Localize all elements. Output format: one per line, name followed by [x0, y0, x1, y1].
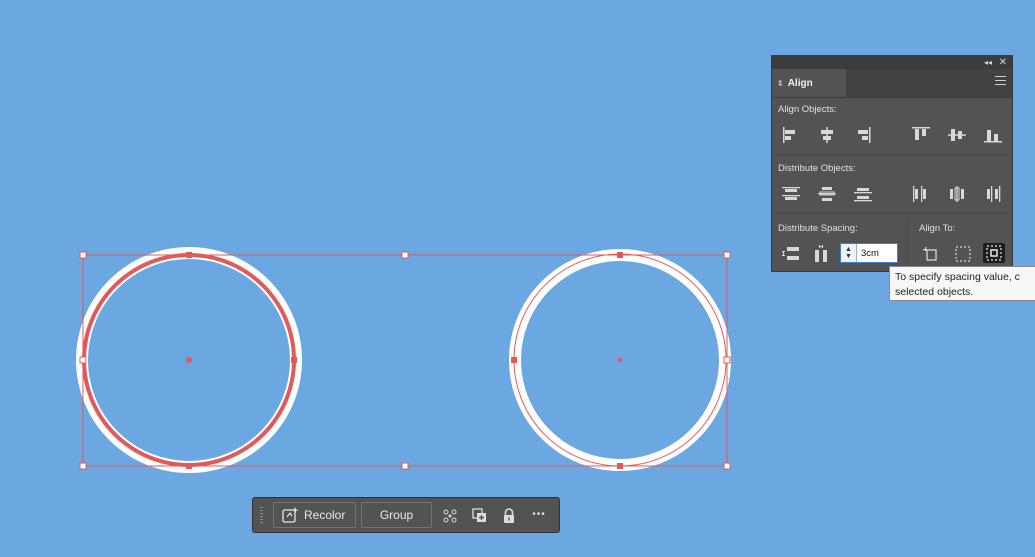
selection-bounding-box [82, 254, 728, 467]
handle-bottom-right [723, 462, 731, 470]
align-to-selection-icon[interactable] [952, 244, 974, 264]
panel-title-bar[interactable]: ◂◂ ✕ [772, 56, 1012, 69]
align-left-icon[interactable] [780, 125, 802, 145]
edit-pattern-icon[interactable] [440, 506, 460, 526]
spacing-tooltip: To specify spacing value, c selected obj… [889, 266, 1035, 301]
tooltip-line-1: To specify spacing value, c [895, 271, 1020, 283]
handle-bottom-middle [401, 462, 409, 470]
tab-align[interactable]: ⇕ Align [772, 69, 846, 97]
divider [776, 154, 1008, 155]
distribute-objects-label: Distribute Objects: [778, 163, 856, 174]
divider [776, 213, 1008, 214]
align-vertical-center-icon[interactable] [946, 125, 968, 145]
distribute-right-icon[interactable] [982, 184, 1004, 204]
tooltip-line-2: selected objects. [895, 286, 974, 298]
handle-middle-right [723, 356, 731, 364]
align-horizontal-center-icon[interactable] [816, 125, 838, 145]
align-top-icon[interactable] [910, 125, 932, 145]
collapse-panel-button[interactable]: ◂◂ [984, 56, 992, 69]
spacing-stepper[interactable]: ▲ ▼ [841, 244, 857, 262]
handle-top-middle [401, 251, 409, 259]
align-to-label: Align To: [919, 223, 956, 234]
divider [907, 218, 908, 268]
panel-tab-row: ⇕ Align [772, 69, 1012, 98]
recolor-icon [281, 506, 299, 524]
distribute-left-icon[interactable] [910, 184, 932, 204]
distribute-bottom-icon[interactable] [852, 184, 874, 204]
align-objects-label: Align Objects: [778, 104, 837, 115]
spacing-value-field[interactable]: ▲ ▼ 3cm [840, 243, 898, 263]
align-right-icon[interactable] [852, 125, 874, 145]
more-icon[interactable]: ••• [529, 505, 549, 525]
close-panel-button[interactable]: ✕ [999, 56, 1007, 69]
handle-top-right [723, 251, 731, 259]
handle-bottom-left [79, 462, 87, 470]
tab-align-label: Align [787, 77, 813, 89]
vertical-distribute-space-icon[interactable] [780, 244, 802, 264]
distribute-horizontal-center-icon[interactable] [946, 184, 968, 204]
lock-icon[interactable] [499, 506, 519, 526]
contextual-task-bar: Recolor Group ••• [252, 497, 560, 533]
align-to-key-object-icon[interactable] [983, 243, 1005, 263]
anchor-points [186, 252, 623, 469]
handle-top-left [79, 251, 87, 259]
distribute-spacing-label: Distribute Spacing: [778, 223, 858, 234]
panel-menu-icon[interactable] [995, 76, 1006, 88]
spacing-value: 3cm [861, 247, 879, 259]
group-button[interactable]: Group [361, 502, 432, 528]
recolor-label: Recolor [304, 508, 346, 522]
distribute-vertical-center-icon[interactable] [816, 184, 838, 204]
right-center-point [618, 358, 622, 362]
group-label: Group [379, 508, 414, 522]
expand-options-icon[interactable]: ⇕ [777, 79, 784, 88]
handle-middle-left [79, 356, 87, 364]
align-bottom-icon[interactable] [982, 125, 1004, 145]
align-to-artboard-icon[interactable] [920, 244, 942, 264]
horizontal-distribute-space-icon[interactable] [811, 244, 833, 264]
duplicate-icon[interactable] [470, 506, 490, 526]
distribute-top-icon[interactable] [780, 184, 802, 204]
left-center-point [186, 357, 192, 363]
bounding-box-handles[interactable] [79, 251, 731, 470]
recolor-button[interactable]: Recolor [273, 502, 356, 528]
drag-handle[interactable] [260, 507, 263, 525]
